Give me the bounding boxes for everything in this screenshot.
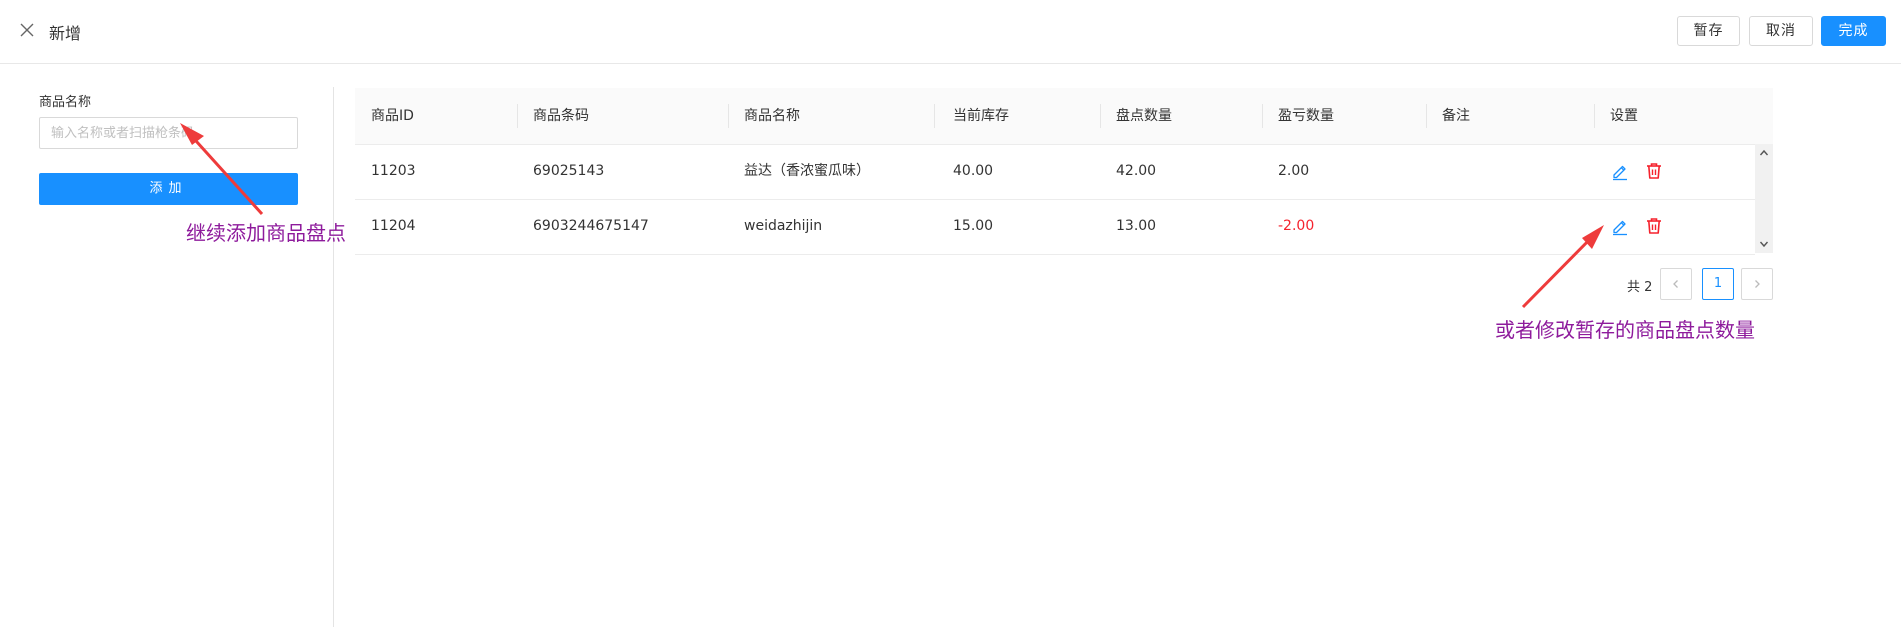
table-row[interactable]: 11204 6903244675147 weidazhijin 15.00 13… (355, 199, 1755, 255)
column-separator (728, 104, 729, 128)
pagination-next-button[interactable] (1741, 268, 1773, 300)
pagination-total: 共 2 (1627, 280, 1653, 295)
cell-name: 益达（香浓蜜瓜味） (744, 163, 870, 179)
close-icon[interactable] (18, 21, 36, 39)
pagination-prev-button[interactable] (1660, 268, 1692, 300)
cell-count: 13.00 (1116, 218, 1157, 234)
column-header-name: 商品名称 (744, 108, 800, 124)
column-header-stock: 当前库存 (953, 108, 1009, 124)
chevron-left-icon (1673, 280, 1678, 288)
chevron-right-icon (1755, 280, 1760, 288)
pagination-page-button[interactable]: 1 (1702, 268, 1734, 300)
product-search-input[interactable] (39, 117, 298, 149)
column-header-count: 盘点数量 (1116, 108, 1172, 124)
page-header: 新增 暂存 取消 完成 (0, 0, 1901, 64)
column-separator (934, 104, 935, 128)
edit-icon[interactable] (1610, 161, 1630, 181)
cell-id: 11204 (371, 218, 416, 234)
product-name-label: 商品名称 (39, 95, 92, 110)
done-button[interactable]: 完成 (1821, 16, 1886, 46)
cell-diff: -2.00 (1278, 218, 1315, 234)
annotation-edit-draft: 或者修改暂存的商品盘点数量 (1495, 318, 1755, 342)
cell-name: weidazhijin (744, 218, 823, 234)
cell-count: 42.00 (1116, 163, 1157, 179)
cell-stock: 15.00 (953, 218, 994, 234)
column-separator (1426, 104, 1427, 128)
column-header-settings: 设置 (1610, 108, 1638, 124)
page-title: 新增 (49, 24, 82, 43)
edit-icon[interactable] (1610, 216, 1630, 236)
column-separator (517, 104, 518, 128)
column-header-diff: 盈亏数量 (1278, 108, 1334, 124)
add-button[interactable]: 添加 (39, 173, 298, 205)
table-scrollbar[interactable] (1755, 144, 1773, 253)
cell-stock: 40.00 (953, 163, 994, 179)
column-separator (1262, 104, 1263, 128)
column-header-note: 备注 (1442, 108, 1470, 124)
delete-icon[interactable] (1644, 216, 1664, 236)
column-header-id: 商品ID (371, 108, 414, 124)
table-row[interactable]: 11203 69025143 益达（香浓蜜瓜味） 40.00 42.00 2.0… (355, 144, 1755, 200)
cell-barcode: 69025143 (533, 163, 605, 179)
table-header: 商品ID 商品条码 商品名称 当前库存 盘点数量 盈亏数量 备注 设置 (355, 88, 1773, 145)
save-draft-button[interactable]: 暂存 (1677, 16, 1740, 46)
panel-divider (333, 87, 334, 627)
column-header-barcode: 商品条码 (533, 108, 589, 124)
delete-icon[interactable] (1644, 161, 1664, 181)
column-separator (1594, 104, 1595, 128)
cell-id: 11203 (371, 163, 416, 179)
chevron-down-icon[interactable] (1759, 239, 1769, 249)
annotation-add-more: 继续添加商品盘点 (186, 221, 346, 245)
column-separator (1100, 104, 1101, 128)
cell-diff: 2.00 (1278, 163, 1310, 179)
chevron-up-icon[interactable] (1759, 148, 1769, 158)
cell-barcode: 6903244675147 (533, 218, 649, 234)
cancel-button[interactable]: 取消 (1749, 16, 1813, 46)
